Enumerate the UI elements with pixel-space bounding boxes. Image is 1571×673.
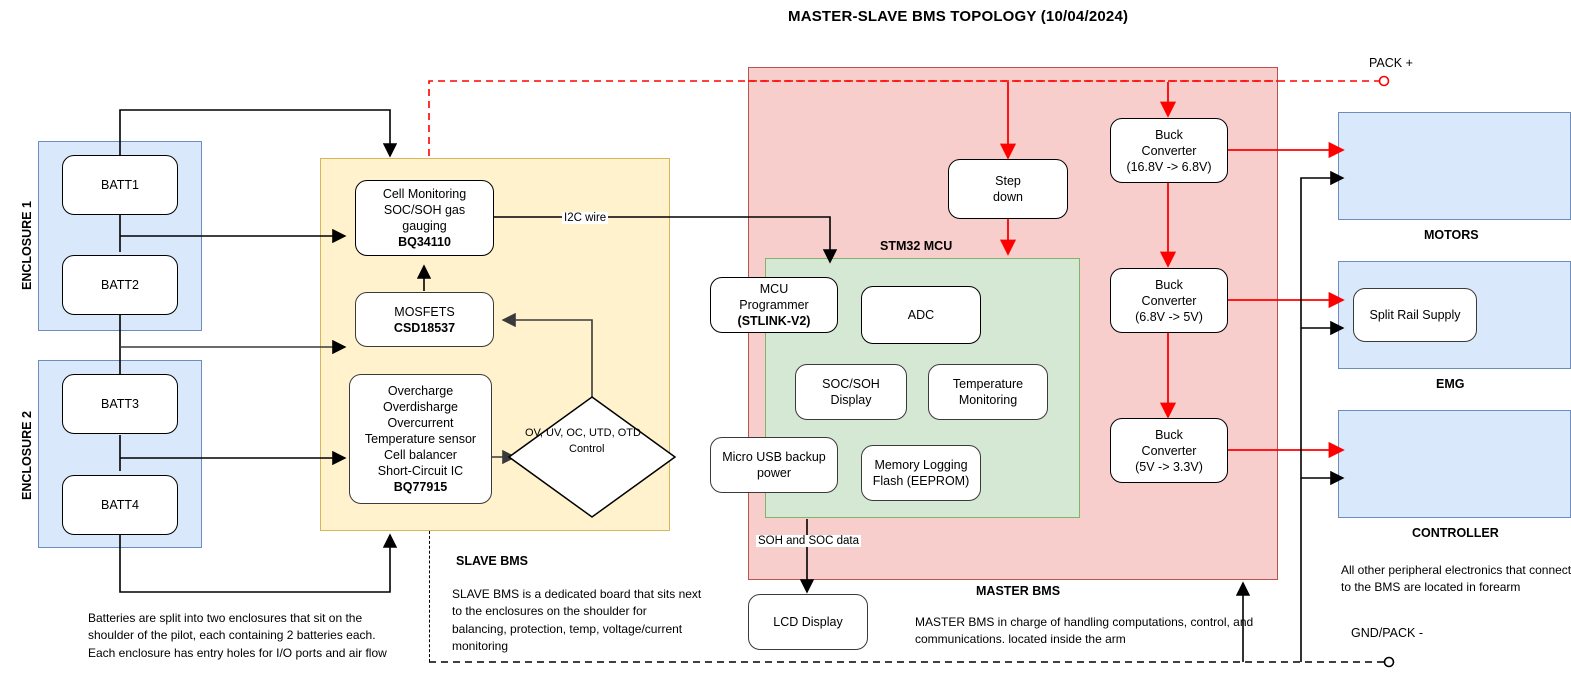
protection-line-0: Overcharge xyxy=(387,384,454,398)
cell-monitoring-part: BQ34110 xyxy=(398,235,451,249)
buck-1-line2: Converter xyxy=(1141,143,1197,158)
mcu-programmer-line2: Programmer xyxy=(739,298,809,312)
slave-bms-region-title: SLAVE BMS xyxy=(456,554,528,568)
buck-3-line2: Converter xyxy=(1141,443,1197,458)
buck-converter-1-box: Buck Converter (16.8V -> 6.8V) xyxy=(1110,118,1228,183)
batt1-box: BATT1 xyxy=(62,155,178,215)
protection-line-2: Overcurrent xyxy=(387,416,454,430)
decision-line1: OV, UV, OC, UTD, OTD xyxy=(525,427,641,439)
mosfets-box: MOSFETS CSD18537 xyxy=(355,292,494,347)
step-down-line1: Step xyxy=(995,174,1021,188)
memory-logging-line2: Flash (EEPROM) xyxy=(872,474,970,488)
lcd-display-box: LCD Display xyxy=(748,594,868,650)
batt4-box: BATT4 xyxy=(62,475,178,535)
cell-monitoring-line2: SOC/SOH gas gauging xyxy=(383,203,466,233)
controller-box xyxy=(1338,410,1571,518)
enclosure-1-label: ENCLOSURE 1 xyxy=(20,201,34,290)
peripherals-note: All other peripheral electronics that co… xyxy=(1341,563,1571,595)
buck-converter-2-box: Buck Converter (6.8V -> 5V) xyxy=(1110,268,1228,333)
step-down-box: Step down xyxy=(948,159,1068,219)
protection-ic-box: Overcharge Overdisharge Overcurrent Temp… xyxy=(349,374,492,504)
mosfets-line1: MOSFETS xyxy=(394,304,455,319)
micro-usb-line1: Micro USB backup xyxy=(722,450,826,464)
batt3-box: BATT3 xyxy=(62,374,178,434)
adc-box: ADC xyxy=(861,286,981,344)
mosfets-part: CSD18537 xyxy=(393,320,456,335)
temperature-monitoring-line2: Monitoring xyxy=(958,393,1018,407)
buck-1-line3: (16.8V -> 6.8V) xyxy=(1126,159,1212,174)
motors-box xyxy=(1338,112,1571,220)
slave-bms-description: SLAVE BMS is a dedicated board that sits… xyxy=(452,587,702,654)
soc-soh-display-box: SOC/SOH Display xyxy=(795,364,907,420)
micro-usb-line2: power xyxy=(756,466,792,480)
buck-converter-3-box: Buck Converter (5V -> 3.3V) xyxy=(1110,418,1228,483)
motors-label: MOTORS xyxy=(1424,228,1479,242)
batt2-box: BATT2 xyxy=(62,255,178,315)
temperature-monitoring-line1: Temperature xyxy=(952,377,1024,391)
mcu-programmer-line1: MCU xyxy=(759,282,789,296)
buck-2-line1: Buck xyxy=(1155,277,1183,292)
protection-line-1: Overdisharge xyxy=(382,400,459,414)
buck-3-line3: (5V -> 3.3V) xyxy=(1135,459,1203,474)
memory-logging-line1: Memory Logging xyxy=(874,458,968,472)
emg-label: EMG xyxy=(1436,377,1465,391)
memory-logging-flash-box: Memory Logging Flash (EEPROM) xyxy=(861,445,981,501)
protection-line-5: Short-Circuit IC xyxy=(377,464,464,478)
mcu-programmer-line3: (STLINK-V2) xyxy=(737,314,811,328)
temperature-monitoring-box: Temperature Monitoring xyxy=(928,364,1048,420)
pack-plus-label: PACK + xyxy=(1369,56,1413,70)
step-down-line2: down xyxy=(993,190,1023,204)
decision-line2: Control xyxy=(569,443,605,455)
soc-soh-display-line2: Display xyxy=(830,393,872,407)
control-decision-diamond xyxy=(507,396,677,518)
protection-line-3: Temperature sensor xyxy=(364,432,477,446)
i2c-wire-label: I2C wire xyxy=(562,212,609,224)
protection-part: BQ77915 xyxy=(393,480,448,494)
buck-2-line3: (6.8V -> 5V) xyxy=(1135,309,1203,324)
split-rail-supply-box: Split Rail Supply xyxy=(1353,288,1477,342)
buck-2-line2: Converter xyxy=(1141,293,1197,308)
master-bms-region-title: MASTER BMS xyxy=(976,584,1061,598)
diagram-canvas: MASTER-SLAVE BMS TOPOLOGY (10/04/2024) S… xyxy=(0,0,1571,673)
micro-usb-backup-power-box: Micro USB backup power xyxy=(710,437,838,493)
enclosure-note: Batteries are split into two enclosures … xyxy=(88,611,387,660)
soc-soh-display-line1: SOC/SOH xyxy=(822,377,880,391)
mcu-programmer-box: MCU Programmer (STLINK-V2) xyxy=(710,277,838,333)
protection-line-4: Cell balancer xyxy=(384,448,457,462)
cell-monitoring-line1: Cell Monitoring xyxy=(382,187,467,201)
master-bms-description: MASTER BMS in charge of handling computa… xyxy=(915,615,1254,647)
buck-1-line1: Buck xyxy=(1155,127,1183,142)
page-title: MASTER-SLAVE BMS TOPOLOGY (10/04/2024) xyxy=(788,8,1129,25)
enclosure-2-label: ENCLOSURE 2 xyxy=(20,411,34,500)
cell-monitoring-box: Cell Monitoring SOC/SOH gas gauging BQ34… xyxy=(355,180,494,256)
buck-3-line1: Buck xyxy=(1155,427,1183,442)
soh-soc-data-label: SOH and SOC data xyxy=(756,535,861,547)
gnd-pack-minus-label: GND/PACK - xyxy=(1351,626,1423,640)
stm32-mcu-title: STM32 MCU xyxy=(880,239,953,253)
